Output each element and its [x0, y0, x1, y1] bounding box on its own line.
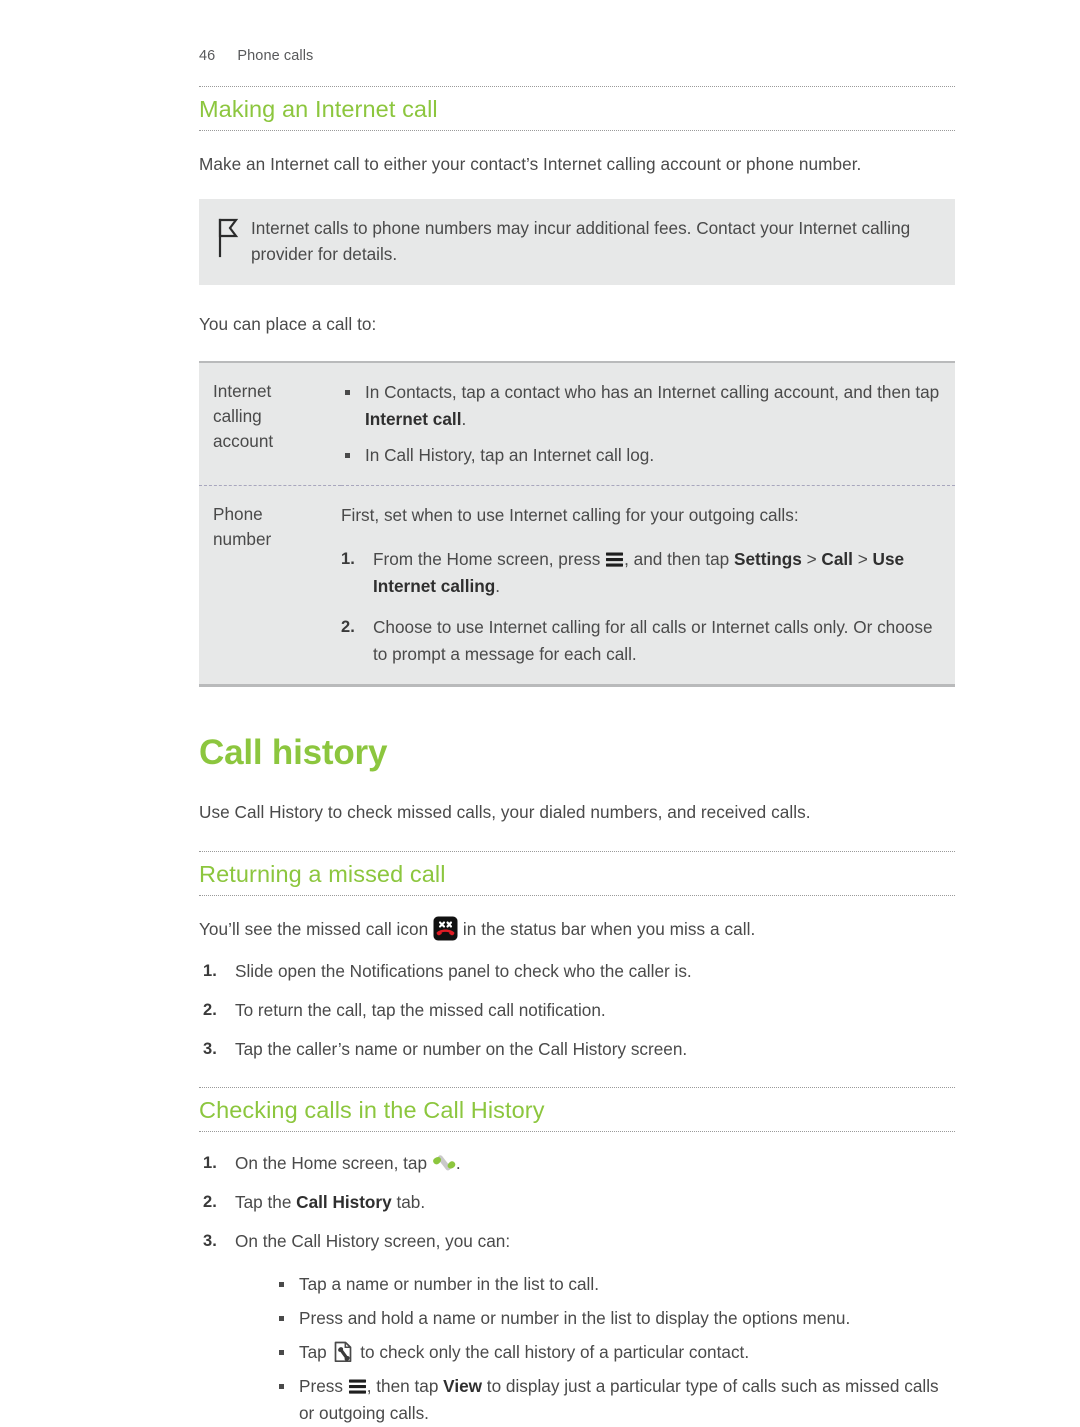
text-run: Tap the	[235, 1192, 297, 1212]
text-run: From the Home screen, press	[373, 549, 606, 569]
text-run: Choose to use Internet calling for all c…	[373, 617, 933, 664]
table-row-value-phone-number: First, set when to use Internet calling …	[341, 485, 955, 686]
key-line: Internet	[213, 381, 272, 401]
section-making-internet-call: Making an Internet call	[199, 86, 955, 131]
emphasis-text: Settings	[734, 549, 802, 569]
bullet-list: In Contacts, tap a contact who has an In…	[341, 379, 945, 469]
text-run: .	[455, 1153, 461, 1173]
intro-returning-a-missed-call: You’ll see the missed call icon in the s…	[199, 916, 955, 942]
page-number: 46	[199, 48, 216, 64]
section-returning-a-missed-call: Returning a missed call	[199, 851, 955, 896]
text-run: Press	[299, 1376, 348, 1396]
header-section-title: Phone calls	[237, 48, 314, 64]
heading-call-history: Call history	[199, 733, 388, 772]
list-item: Tap a name or number in the list to call…	[275, 1271, 955, 1298]
list-item: In Call History, tap an Internet call lo…	[341, 442, 945, 469]
text-run: >	[801, 549, 822, 569]
internet-call-table: Internet calling account In Contacts, ta…	[199, 361, 955, 687]
list-item: Press and hold a name or number in the l…	[275, 1305, 955, 1332]
list-item: Press , then tap View to display just a …	[275, 1373, 955, 1427]
running-header: 46 Phone calls	[199, 48, 313, 64]
text-run: You’ll see the missed call icon	[199, 919, 434, 939]
heading-checking-calls-in-call-history: Checking calls in the Call History	[199, 1097, 545, 1123]
list-item: Tap the Call History tab.	[199, 1189, 955, 1216]
phone-handset-icon	[432, 1151, 456, 1175]
returning-missed-call-steps: Slide open the Notifications panel to ch…	[199, 958, 955, 1063]
contact-card-icon	[332, 1340, 356, 1364]
emphasis-text: Internet call	[365, 409, 462, 429]
text-run: Press and hold a name or number in the l…	[299, 1308, 851, 1328]
numbered-list: From the Home screen, press , and then t…	[341, 546, 945, 668]
text-run: >	[852, 549, 873, 569]
menu-icon	[605, 550, 624, 570]
section-checking-calls: Checking calls in the Call History	[199, 1087, 955, 1132]
list-item: Choose to use Internet calling for all c…	[341, 614, 945, 668]
table-row: Internet calling account In Contacts, ta…	[199, 362, 955, 486]
key-line: number	[213, 529, 272, 549]
text-run: Tap	[299, 1342, 332, 1362]
call-history-screen-options: Tap a name or number in the list to call…	[275, 1271, 955, 1427]
table-lead-in: First, set when to use Internet calling …	[341, 505, 799, 525]
heading-returning-a-missed-call: Returning a missed call	[199, 861, 446, 887]
text-run: Tap a name or number in the list to call…	[299, 1274, 599, 1294]
lead-in-place-a-call: You can place a call to:	[199, 314, 377, 334]
text-run: .	[495, 576, 501, 596]
table-row-key-internet-calling-account: Internet calling account	[199, 362, 341, 486]
text-run: tab.	[391, 1192, 426, 1212]
text-run: to check only the call history of a part…	[355, 1342, 750, 1362]
table-row: Phone number First, set when to use Inte…	[199, 485, 955, 686]
emphasis-text: Call	[821, 549, 853, 569]
emphasis-text: View	[443, 1376, 483, 1396]
manual-page: 46 Phone calls Making an Internet call Ma…	[0, 0, 1080, 1423]
key-line: account	[213, 431, 274, 451]
list-item: To return the call, tap the missed call …	[203, 997, 606, 1024]
list-item: From the Home screen, press , and then t…	[341, 546, 945, 600]
text-run: On the Call History screen, you can:	[235, 1231, 511, 1251]
table-row-key-phone-number: Phone number	[199, 485, 341, 686]
emphasis-text: Call History	[296, 1192, 392, 1212]
list-item: On the Call History screen, you can:	[199, 1228, 955, 1255]
intro-call-history: Use Call History to check missed calls, …	[199, 802, 811, 822]
list-item: In Contacts, tap a contact who has an In…	[341, 379, 945, 433]
text-run: In Call History, tap an Internet call lo…	[365, 445, 655, 465]
key-line: Phone	[213, 504, 263, 524]
text-run: , and then tap	[624, 549, 735, 569]
list-item: Tap to check only the call history of a …	[275, 1339, 955, 1366]
flag-icon	[217, 215, 251, 258]
heading-making-an-internet-call: Making an Internet call	[199, 96, 438, 122]
note-text: Internet calls to phone numbers may incu…	[251, 218, 911, 264]
text-run: On the Home screen, tap	[235, 1153, 432, 1173]
page-content: Making an Internet call Make an Internet…	[199, 86, 955, 1427]
text-run: in the status bar when you miss a call.	[458, 919, 756, 939]
list-item: Slide open the Notifications panel to ch…	[203, 958, 692, 985]
list-item: Tap the caller’s name or number on the C…	[203, 1036, 688, 1063]
note-callout: Internet calls to phone numbers may incu…	[199, 199, 955, 285]
missed-call-icon	[433, 916, 458, 941]
text-run: In Contacts, tap a contact who has an In…	[365, 382, 940, 402]
menu-icon	[348, 1377, 367, 1397]
text-run: , then tap	[366, 1376, 444, 1396]
intro-making-internet-call: Make an Internet call to either your con…	[199, 154, 862, 174]
list-item: On the Home screen, tap .	[199, 1150, 955, 1177]
text-run: .	[461, 409, 467, 429]
key-line: calling	[213, 406, 262, 426]
table-row-value-internet-calling-account: In Contacts, tap a contact who has an In…	[341, 362, 955, 486]
checking-calls-steps: On the Home screen, tap . Tap the Call H…	[199, 1150, 955, 1255]
